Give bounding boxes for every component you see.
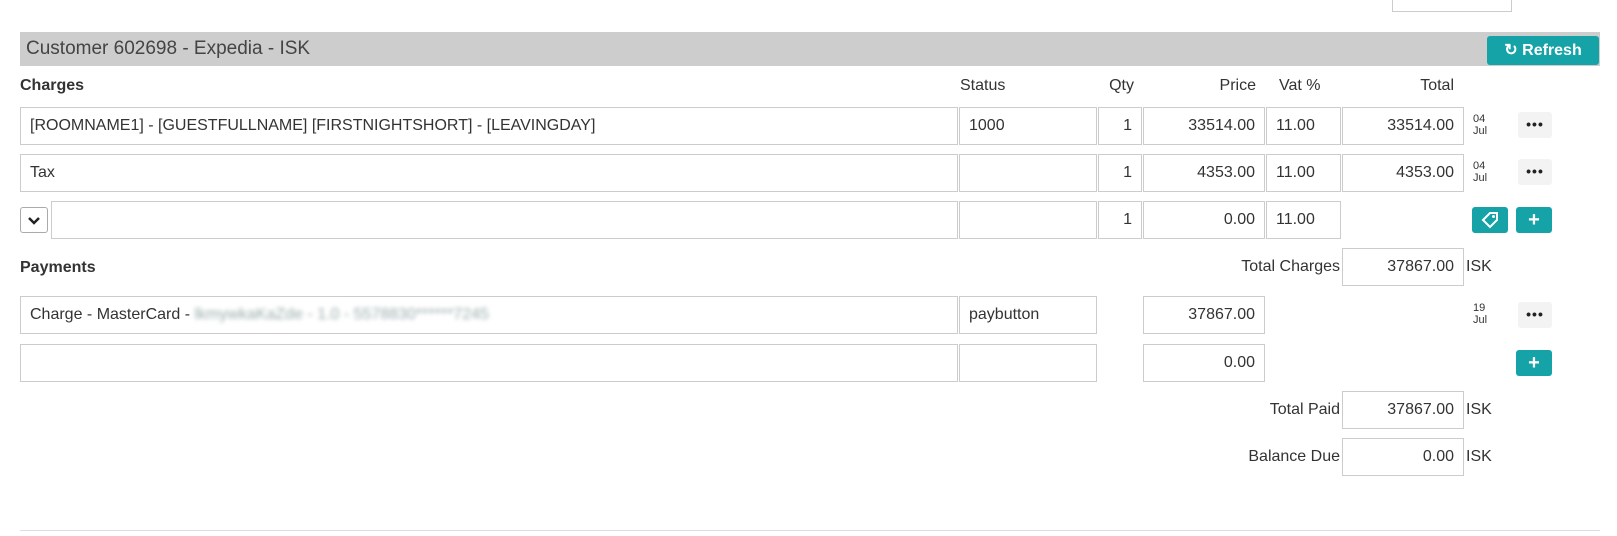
charge-date-month: Jul [1473, 125, 1488, 137]
total-charges-value: 37867.00 [1342, 248, 1464, 286]
customer-title: Customer 602698 - Expedia - ISK [26, 38, 311, 59]
new-charge-description-input[interactable] [51, 201, 958, 239]
plus-icon: + [1528, 352, 1540, 374]
charge-vat-input[interactable]: 11.00 [1266, 107, 1341, 145]
more-icon: ••• [1526, 163, 1544, 179]
charge-date-day: 04 [1473, 160, 1486, 172]
charge-status-input[interactable] [959, 154, 1097, 192]
payment-date: 19 Jul [1473, 302, 1487, 326]
charge-date: 04 Jul [1473, 160, 1487, 184]
refresh-icon: ↻ [1504, 42, 1518, 59]
charge-type-dropdown[interactable] [20, 207, 48, 233]
total-paid-currency: ISK [1466, 401, 1492, 418]
charge-qty-input[interactable]: 1 [1098, 107, 1142, 145]
charge-total-input[interactable]: 4353.00 [1342, 154, 1464, 192]
payment-description-input[interactable]: Charge - MasterCard - lkmywkaKaZde - 1.0… [20, 296, 958, 334]
charge-description-input[interactable]: [ROOMNAME1] - [GUESTFULLNAME] [FIRSTNIGH… [20, 107, 958, 145]
charge-status-input[interactable]: 1000 [959, 107, 1097, 145]
refresh-button[interactable]: ↻ Refresh [1487, 36, 1599, 65]
total-column-header: Total [1420, 77, 1454, 94]
add-charge-button[interactable]: + [1516, 207, 1552, 233]
previous-total-field [1392, 0, 1512, 12]
charge-qty-input[interactable]: 1 [1098, 154, 1142, 192]
vat-column-header: Vat % [1279, 77, 1321, 94]
charge-date-month: Jul [1473, 172, 1488, 184]
chevron-down-icon [28, 217, 40, 225]
total-paid-value: 37867.00 [1342, 391, 1464, 429]
new-charge-qty-input[interactable]: 1 [1098, 201, 1142, 239]
plus-icon: + [1528, 209, 1540, 231]
charge-vat-input[interactable]: 11.00 [1266, 154, 1341, 192]
payment-date-day: 19 [1473, 302, 1486, 314]
charge-date-day: 04 [1473, 113, 1486, 125]
tag-icon [1481, 212, 1498, 229]
balance-due-label: Balance Due [1248, 448, 1340, 465]
payment-description-text: Charge - MasterCard - [30, 306, 195, 323]
payment-amount-input[interactable]: 37867.00 [1143, 296, 1265, 334]
refresh-label: Refresh [1522, 42, 1582, 59]
total-charges-label: Total Charges [1241, 258, 1340, 275]
charge-price-input[interactable]: 33514.00 [1143, 107, 1265, 145]
new-charge-vat-input[interactable]: 11.00 [1266, 201, 1341, 239]
section-divider [20, 530, 1600, 531]
charges-heading: Charges [20, 77, 85, 94]
more-icon: ••• [1526, 116, 1544, 132]
new-payment-status-input[interactable] [959, 344, 1097, 382]
charge-more-button[interactable]: ••• [1518, 112, 1552, 138]
charge-price-input[interactable]: 4353.00 [1143, 154, 1265, 192]
new-payment-amount-input[interactable]: 0.00 [1143, 344, 1265, 382]
more-icon: ••• [1526, 306, 1544, 322]
price-column-header: Price [1219, 77, 1256, 94]
tag-charge-button[interactable] [1472, 207, 1508, 233]
balance-due-value: 0.00 [1342, 438, 1464, 476]
balance-due-currency: ISK [1466, 448, 1492, 465]
status-column-header: Status [960, 77, 1006, 94]
total-paid-label: Total Paid [1269, 401, 1340, 418]
charge-total-input[interactable]: 33514.00 [1342, 107, 1464, 145]
charge-date: 04 Jul [1473, 113, 1487, 137]
new-charge-price-input[interactable]: 0.00 [1143, 201, 1265, 239]
new-payment-description-input[interactable] [20, 344, 958, 382]
total-charges-currency: ISK [1466, 258, 1492, 275]
add-payment-button[interactable]: + [1516, 350, 1552, 376]
charge-description-input[interactable]: Tax [20, 154, 958, 192]
payments-heading: Payments [20, 259, 96, 276]
payment-status-input[interactable]: paybutton [959, 296, 1097, 334]
new-charge-status-input[interactable] [959, 201, 1097, 239]
payment-more-button[interactable]: ••• [1518, 302, 1552, 328]
payment-description-redacted: lkmywkaKaZde - 1.0 - 5578830******7245 [194, 306, 489, 323]
payment-date-month: Jul [1473, 314, 1488, 326]
charge-more-button[interactable]: ••• [1518, 159, 1552, 185]
qty-column-header: Qty [1109, 77, 1134, 94]
